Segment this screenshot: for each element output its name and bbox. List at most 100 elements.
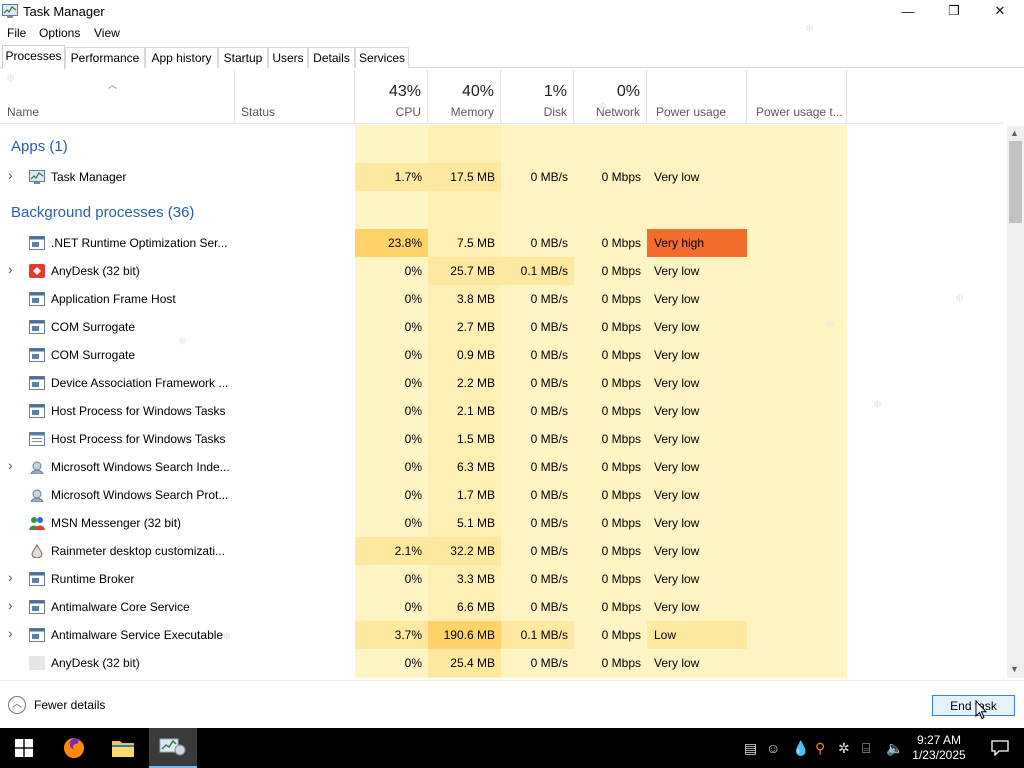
tab-performance[interactable]: Performance [65,47,145,68]
process-name: Host Process for Windows Tasks [51,432,226,446]
tray-rainmeter-icon[interactable]: 💧 [792,740,809,757]
process-name: Runtime Broker [51,572,135,586]
column-power-usage-trend[interactable]: Power usage t... [747,70,847,124]
notification-icon [991,740,1009,756]
column-name-label: Name [7,105,40,119]
task-manager-icon [2,4,18,18]
vertical-scrollbar[interactable]: ▲ ▼ [1007,126,1024,678]
tab-startup[interactable]: Startup [218,47,268,68]
column-header-row: ︿ Name Status 43% CPU 40% Memory 1% Disk… [0,70,1004,124]
process-row[interactable]: AnyDesk (32 bit) 0% 25.4 MB 0 MB/s 0 Mbps Ver… [0,649,1004,677]
disk-cell: 0 MB/s [530,656,568,670]
process-row[interactable]: › Task Manager 1.7% 17.5 MB 0 MB/s 0 Mbps Very… [0,163,1004,191]
tray-network-bars-icon[interactable]: ▤ [744,740,757,757]
scroll-thumb[interactable] [1009,141,1022,223]
column-network[interactable]: 0% Network [574,70,647,124]
process-row[interactable]: Microsoft Windows Search Prot... 0% 1.7 MB… [0,481,1004,509]
memory-cell: 5.1 MB [456,516,495,530]
tray-wifi-icon[interactable]: ⌸ [862,740,870,757]
taskbar-file-explorer[interactable] [99,728,147,768]
tray-search-icon[interactable]: ⚲ [815,740,825,757]
power-usage-cell: Very low [654,348,700,362]
process-name: Device Association Framework ... [51,376,229,390]
memory-cell: 1.5 MB [456,432,495,446]
column-memory[interactable]: 40% Memory [428,70,501,124]
title-bar[interactable]: Task Manager — ❐ ✕ [0,0,1024,22]
process-name: AnyDesk (32 bit) [51,264,140,278]
scroll-down-icon[interactable]: ▼ [1010,664,1019,674]
column-name[interactable]: ︿ Name [0,70,235,124]
column-status-label: Status [241,105,276,119]
disk-cell: 0 MB/s [530,516,568,530]
power-usage-cell: Very low [654,572,700,586]
column-cpu[interactable]: 43% CPU [355,70,428,124]
group-header-background[interactable]: Background processes (36) [0,199,1004,227]
fewer-details-link[interactable]: Fewer details [34,698,105,712]
sort-ascending-icon: ︿ [108,80,118,90]
expand-chevron-icon[interactable]: › [8,569,13,585]
disk-cell: 0 MB/s [530,432,568,446]
power-usage-cell: Very low [654,170,700,184]
process-row[interactable]: Application Frame Host 0% 3.8 MB 0 MB/s 0 Mb… [0,285,1004,313]
search-indexer-icon [30,461,44,474]
network-cell: 0 Mbps [601,544,641,558]
disk-cell: 0.1 MB/s [501,621,574,649]
power-usage-cell: Very low [654,600,700,614]
start-button[interactable] [0,728,48,768]
chevron-up-circle-icon[interactable]: ︿ [8,696,26,714]
action-center-button[interactable] [976,728,1024,768]
disk-cell: 0 MB/s [530,488,568,502]
column-disk[interactable]: 1% Disk [501,70,574,124]
expand-chevron-icon[interactable]: › [8,167,13,183]
expand-chevron-icon[interactable]: › [8,261,13,277]
process-row[interactable]: Rainmeter desktop customizati... 2.1% 32.2… [0,537,1004,565]
menu-bar: File Options View [0,23,1024,43]
tab-processes[interactable]: Processes [2,45,65,69]
process-row[interactable]: COM Surrogate 0% 2.7 MB 0 MB/s 0 Mbps Very lo… [0,313,1004,341]
taskbar-clock[interactable]: 9:27 AM 1/23/2025 [906,733,972,763]
cpu-cell: 2.1% [355,537,428,565]
network-cell: 0 Mbps [601,264,641,278]
taskbar-firefox[interactable] [50,728,98,768]
process-row[interactable]: .NET Runtime Optimization Ser... 23.8% 7.5… [0,229,1004,257]
process-row[interactable]: › Runtime Broker 0% 3.3 MB 0 MB/s 0 Mbps Very … [0,565,1004,593]
group-header-apps[interactable]: Apps (1) [0,133,1004,161]
service-window-icon [29,236,45,250]
disk-cell: 0 MB/s [530,404,568,418]
tab-details[interactable]: Details [308,47,355,68]
tab-users[interactable]: Users [268,47,308,68]
tab-services[interactable]: Services [355,47,409,68]
tab-app-history[interactable]: App history [145,47,218,68]
tray-volume-icon[interactable]: 🔈 [886,740,903,757]
column-power-usage[interactable]: Power usage [647,70,747,124]
network-cell: 0 Mbps [601,292,641,306]
tray-snowflake-icon[interactable]: ✲ [838,740,850,757]
tray-msn-icon[interactable]: ☺ [766,740,780,756]
expand-chevron-icon[interactable]: › [8,625,13,641]
expand-chevron-icon[interactable]: › [8,457,13,473]
process-row[interactable]: › Microsoft Windows Search Inde... 0% 6.3 M… [0,453,1004,481]
memory-cell: 0.9 MB [456,348,495,362]
memory-cell: 3.3 MB [456,572,495,586]
power-usage-cell: Very low [654,488,700,502]
process-row[interactable]: COM Surrogate 0% 0.9 MB 0 MB/s 0 Mbps Very lo… [0,341,1004,369]
menu-view[interactable]: View [94,26,120,40]
column-status[interactable]: Status [235,70,355,124]
menu-options[interactable]: Options [39,26,80,40]
process-row[interactable]: › Antimalware Service Executable 3.7% 190.6… [0,621,1004,649]
minimize-button[interactable]: — [885,0,931,22]
restore-button[interactable]: ❐ [931,0,977,22]
process-row[interactable]: Host Process for Windows Tasks 0% 1.5 MB 0 … [0,425,1004,453]
process-row[interactable]: Device Association Framework ... 0% 2.2 MB… [0,369,1004,397]
end-task-button[interactable]: End task [932,695,1015,716]
process-row[interactable]: MSN Messenger (32 bit) 0% 5.1 MB 0 MB/s 0 Mb… [0,509,1004,537]
scroll-up-icon[interactable]: ▲ [1010,128,1019,138]
process-row[interactable]: Host Process for Windows Tasks 0% 2.1 MB 0 … [0,397,1004,425]
process-row[interactable]: › Antimalware Core Service 0% 6.6 MB 0 MB/s 0… [0,593,1004,621]
expand-chevron-icon[interactable]: › [8,597,13,613]
close-button[interactable]: ✕ [977,0,1023,22]
taskbar-task-manager[interactable] [149,728,197,768]
memory-cell: 25.7 MB [428,257,501,285]
process-row[interactable]: › AnyDesk (32 bit) 0% 25.7 MB 0.1 MB/s 0 Mbps… [0,257,1004,285]
menu-file[interactable]: File [7,26,26,40]
